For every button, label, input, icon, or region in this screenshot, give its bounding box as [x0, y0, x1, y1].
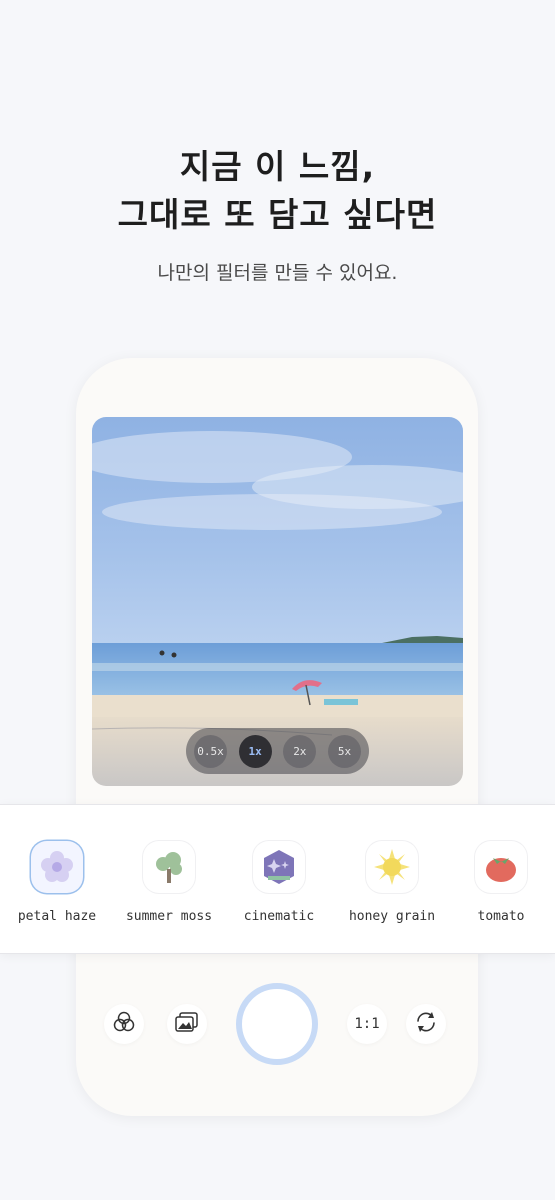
filter-cinematic[interactable]: cinematic	[224, 841, 334, 924]
filter-circles-icon	[112, 1010, 136, 1038]
zoom-5x-button[interactable]: 5x	[327, 734, 361, 768]
sparkle-hex-icon	[253, 841, 305, 893]
filters-toggle-button[interactable]	[104, 1004, 144, 1044]
headline-line-2: 그대로 또 담고 싶다면	[117, 195, 438, 234]
subtitle: 나만의 필터를 만들 수 있어요.	[157, 262, 398, 284]
filter-summer-moss[interactable]: summer moss	[114, 841, 224, 924]
aspect-ratio-label: 1:1	[354, 1016, 380, 1032]
gallery-button[interactable]	[167, 1004, 207, 1044]
headline: 지금 이 느낌, 그대로 또 담고 싶다면	[0, 143, 555, 239]
zoom-1x-button[interactable]: 1x	[238, 734, 272, 768]
filter-label: tomato	[477, 909, 525, 924]
switch-camera-button[interactable]	[406, 1004, 446, 1044]
filter-label: summer moss	[125, 909, 213, 924]
filter-label: petal haze	[17, 909, 97, 924]
shutter-button[interactable]	[236, 983, 318, 1065]
zoom-2x-button[interactable]: 2x	[283, 734, 317, 768]
zoom-0-5x-button[interactable]: 0.5x	[194, 734, 227, 768]
filter-label: honey grain	[348, 909, 436, 924]
flower-icon	[31, 841, 83, 893]
zoom-selector: 0.5x 1x 2x 5x	[186, 728, 369, 774]
filter-honey-grain[interactable]: honey grain	[337, 841, 447, 924]
tree-icon	[143, 841, 195, 893]
filter-strip: petal haze summer moss cinematic honey g…	[0, 804, 555, 954]
headline-line-1: 지금 이 느낌,	[179, 147, 376, 186]
filter-petal-haze[interactable]: petal haze	[2, 841, 112, 924]
tomato-icon	[475, 841, 527, 893]
filter-tomato[interactable]: tomato	[446, 841, 555, 924]
sun-icon	[366, 841, 418, 893]
switch-camera-icon	[413, 1009, 439, 1039]
aspect-ratio-button[interactable]: 1:1	[347, 1004, 387, 1044]
filter-label: cinematic	[243, 909, 315, 924]
gallery-icon	[174, 1010, 200, 1038]
